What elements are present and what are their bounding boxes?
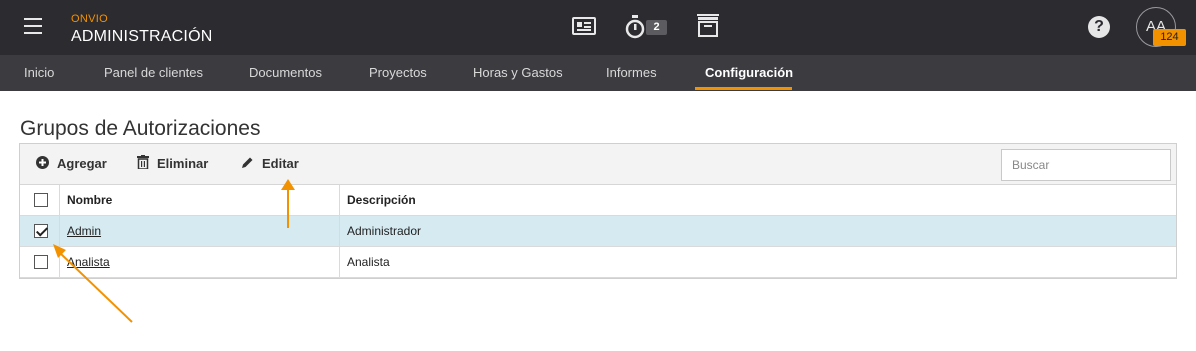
trash-icon: [137, 145, 149, 185]
description-cell: Administrador: [347, 224, 422, 238]
brand-name: ONVIO: [71, 13, 108, 25]
contact-card-icon[interactable]: [572, 17, 596, 35]
row-checkbox[interactable]: [34, 255, 48, 269]
select-all-checkbox[interactable]: [34, 193, 48, 207]
nav-item-documentos[interactable]: Documentos: [249, 55, 322, 91]
timer-count-badge: 2: [646, 20, 667, 35]
name-cell: Analista: [60, 247, 340, 277]
search-input[interactable]: [1001, 149, 1171, 181]
main-nav: Inicio Panel de clientes Documentos Proy…: [0, 55, 1196, 91]
menu-icon[interactable]: [24, 18, 42, 34]
toolbar: Agregar Eliminar Editar: [20, 144, 1176, 185]
row-checkbox[interactable]: [34, 224, 48, 238]
table-row[interactable]: Admin Administrador: [20, 216, 1176, 247]
top-header: ONVIO ADMINISTRACIÓN 2 ? AA 124: [0, 0, 1196, 55]
stopwatch-icon: [625, 15, 645, 39]
add-button-label: Agregar: [57, 156, 107, 171]
page-title: Grupos de Autorizaciones: [20, 117, 261, 140]
app-title: ADMINISTRACIÓN: [71, 28, 213, 45]
delete-button[interactable]: Eliminar: [137, 144, 208, 184]
select-all-cell: [20, 185, 60, 215]
group-name-link[interactable]: Admin: [67, 224, 101, 238]
notification-badge: 124: [1153, 29, 1186, 46]
add-button[interactable]: Agregar: [36, 144, 107, 184]
table-header-row: Nombre Descripción: [20, 185, 1176, 216]
nav-item-panel-de-clientes[interactable]: Panel de clientes: [104, 55, 203, 91]
edit-button[interactable]: Editar: [241, 144, 299, 184]
row-select-cell: [20, 216, 60, 246]
nav-item-configuracion[interactable]: Configuración: [705, 55, 793, 91]
group-name-link[interactable]: Analista: [67, 255, 110, 269]
plus-circle-icon: [36, 145, 49, 185]
table-row[interactable]: Analista Analista: [20, 247, 1176, 278]
row-select-cell: [20, 247, 60, 277]
delete-button-label: Eliminar: [157, 156, 209, 171]
column-header-nombre[interactable]: Nombre: [60, 185, 340, 215]
nav-item-proyectos[interactable]: Proyectos: [369, 55, 427, 91]
help-icon[interactable]: ?: [1088, 16, 1110, 38]
active-tab-indicator: [695, 87, 792, 90]
name-cell: Admin: [60, 216, 340, 246]
edit-button-label: Editar: [262, 156, 299, 171]
nav-item-horas-y-gastos[interactable]: Horas y Gastos: [473, 55, 563, 91]
description-cell: Analista: [347, 255, 390, 269]
pencil-icon: [241, 145, 254, 185]
archive-icon[interactable]: [696, 14, 720, 38]
authorization-groups-panel: Agregar Eliminar Editar Nombre Descripci…: [19, 143, 1177, 279]
column-header-descripcion[interactable]: Descripción: [340, 185, 1176, 215]
nav-item-inicio[interactable]: Inicio: [24, 55, 54, 91]
stopwatch-button[interactable]: 2: [624, 14, 668, 40]
nav-item-informes[interactable]: Informes: [606, 55, 657, 91]
